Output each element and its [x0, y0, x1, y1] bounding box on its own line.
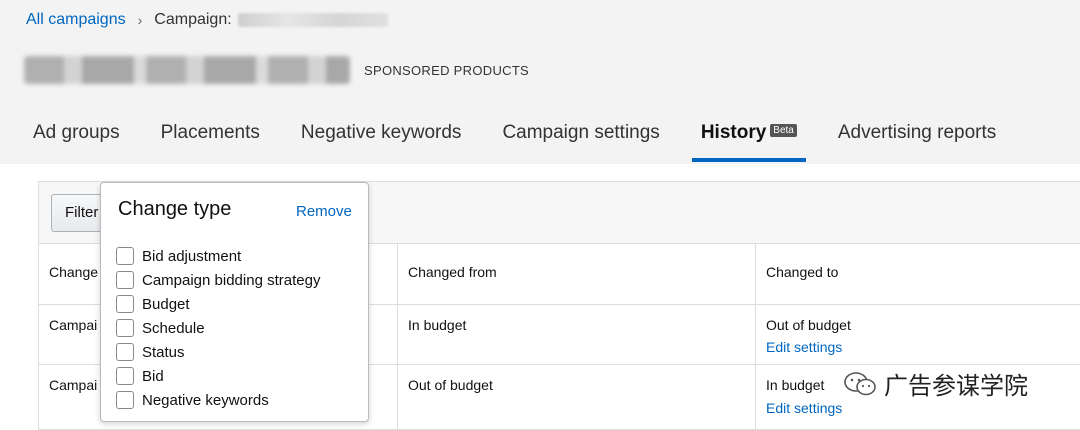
- option-bid-adjustment[interactable]: Bid adjustment: [116, 247, 241, 265]
- column-header-changed-from: Changed from: [408, 264, 497, 280]
- change-type-filter-popover: Change type Remove Bid adjustment Campai…: [100, 182, 369, 422]
- option-campaign-bidding-strategy[interactable]: Campaign bidding strategy: [116, 271, 320, 289]
- checkbox[interactable]: [116, 367, 134, 385]
- option-label: Campaign bidding strategy: [142, 271, 321, 289]
- table-row-2-changed-from: Out of budget: [408, 377, 493, 393]
- redacted-campaign-name: [237, 13, 388, 27]
- option-bid[interactable]: Bid: [116, 367, 164, 385]
- popover-title: Change type: [118, 198, 232, 220]
- breadcrumb-all-campaigns-link[interactable]: All campaigns: [26, 11, 126, 29]
- table-row-1-changed-to: Out of budget: [766, 317, 851, 333]
- option-label: Negative keywords: [142, 391, 269, 409]
- tab-campaign-settings[interactable]: Campaign settings: [502, 122, 659, 160]
- checkbox[interactable]: [116, 343, 134, 361]
- tab-bar: Ad groups Placements Negative keywords C…: [33, 122, 1037, 162]
- redacted-page-title: [24, 56, 350, 84]
- breadcrumb-current: Campaign:: [154, 11, 232, 28]
- tab-ad-groups[interactable]: Ad groups: [33, 122, 120, 160]
- option-label: Schedule: [142, 319, 205, 337]
- option-label: Status: [142, 343, 185, 361]
- campaign-type-label: SPONSORED PRODUCTS: [364, 62, 530, 78]
- table-row-2-changed-to: In budget: [766, 377, 825, 393]
- checkbox[interactable]: [116, 271, 134, 289]
- checkbox[interactable]: [116, 391, 134, 409]
- table-row-2-change: Campai: [49, 377, 98, 393]
- table-row-1-change: Campai: [49, 317, 98, 333]
- tab-placements[interactable]: Placements: [161, 122, 260, 160]
- table-row-1-edit-settings-link[interactable]: Edit settings: [766, 339, 842, 355]
- watermark: 广告参谋学院: [842, 366, 1028, 401]
- wechat-logo-icon: [844, 371, 876, 395]
- page-title-row: SPONSORED PRODUCTS: [24, 56, 529, 84]
- checkbox[interactable]: [116, 319, 134, 337]
- tab-history[interactable]: History Beta: [691, 122, 806, 162]
- option-status[interactable]: Status: [116, 343, 185, 361]
- breadcrumb: All campaigns › Campaign:: [26, 11, 388, 29]
- option-label: Budget: [142, 295, 190, 313]
- tab-advertising-reports[interactable]: Advertising reports: [838, 122, 996, 160]
- checkbox[interactable]: [116, 295, 134, 313]
- column-divider: [755, 244, 756, 430]
- checkbox[interactable]: [116, 247, 134, 265]
- tab-history-label: History: [700, 122, 767, 143]
- chevron-right-icon: ›: [137, 12, 143, 28]
- option-negative-keywords[interactable]: Negative keywords: [116, 391, 269, 409]
- option-label: Bid: [142, 367, 164, 385]
- option-label: Bid adjustment: [142, 247, 242, 265]
- table-row-2-edit-settings-link[interactable]: Edit settings: [766, 400, 842, 416]
- page-header: All campaigns › Campaign: SPONSORED PROD…: [0, 0, 1080, 164]
- watermark-text: 广告参谋学院: [884, 372, 1028, 400]
- remove-filter-link[interactable]: Remove: [296, 203, 352, 220]
- beta-badge: Beta: [770, 124, 797, 138]
- option-schedule[interactable]: Schedule: [116, 319, 205, 337]
- column-divider: [397, 244, 398, 430]
- column-header-changed-to: Changed to: [766, 264, 839, 280]
- option-budget[interactable]: Budget: [116, 295, 190, 313]
- table-row-1-changed-from: In budget: [408, 317, 467, 333]
- tab-negative-keywords[interactable]: Negative keywords: [301, 122, 462, 160]
- column-header-change: Change: [49, 264, 99, 280]
